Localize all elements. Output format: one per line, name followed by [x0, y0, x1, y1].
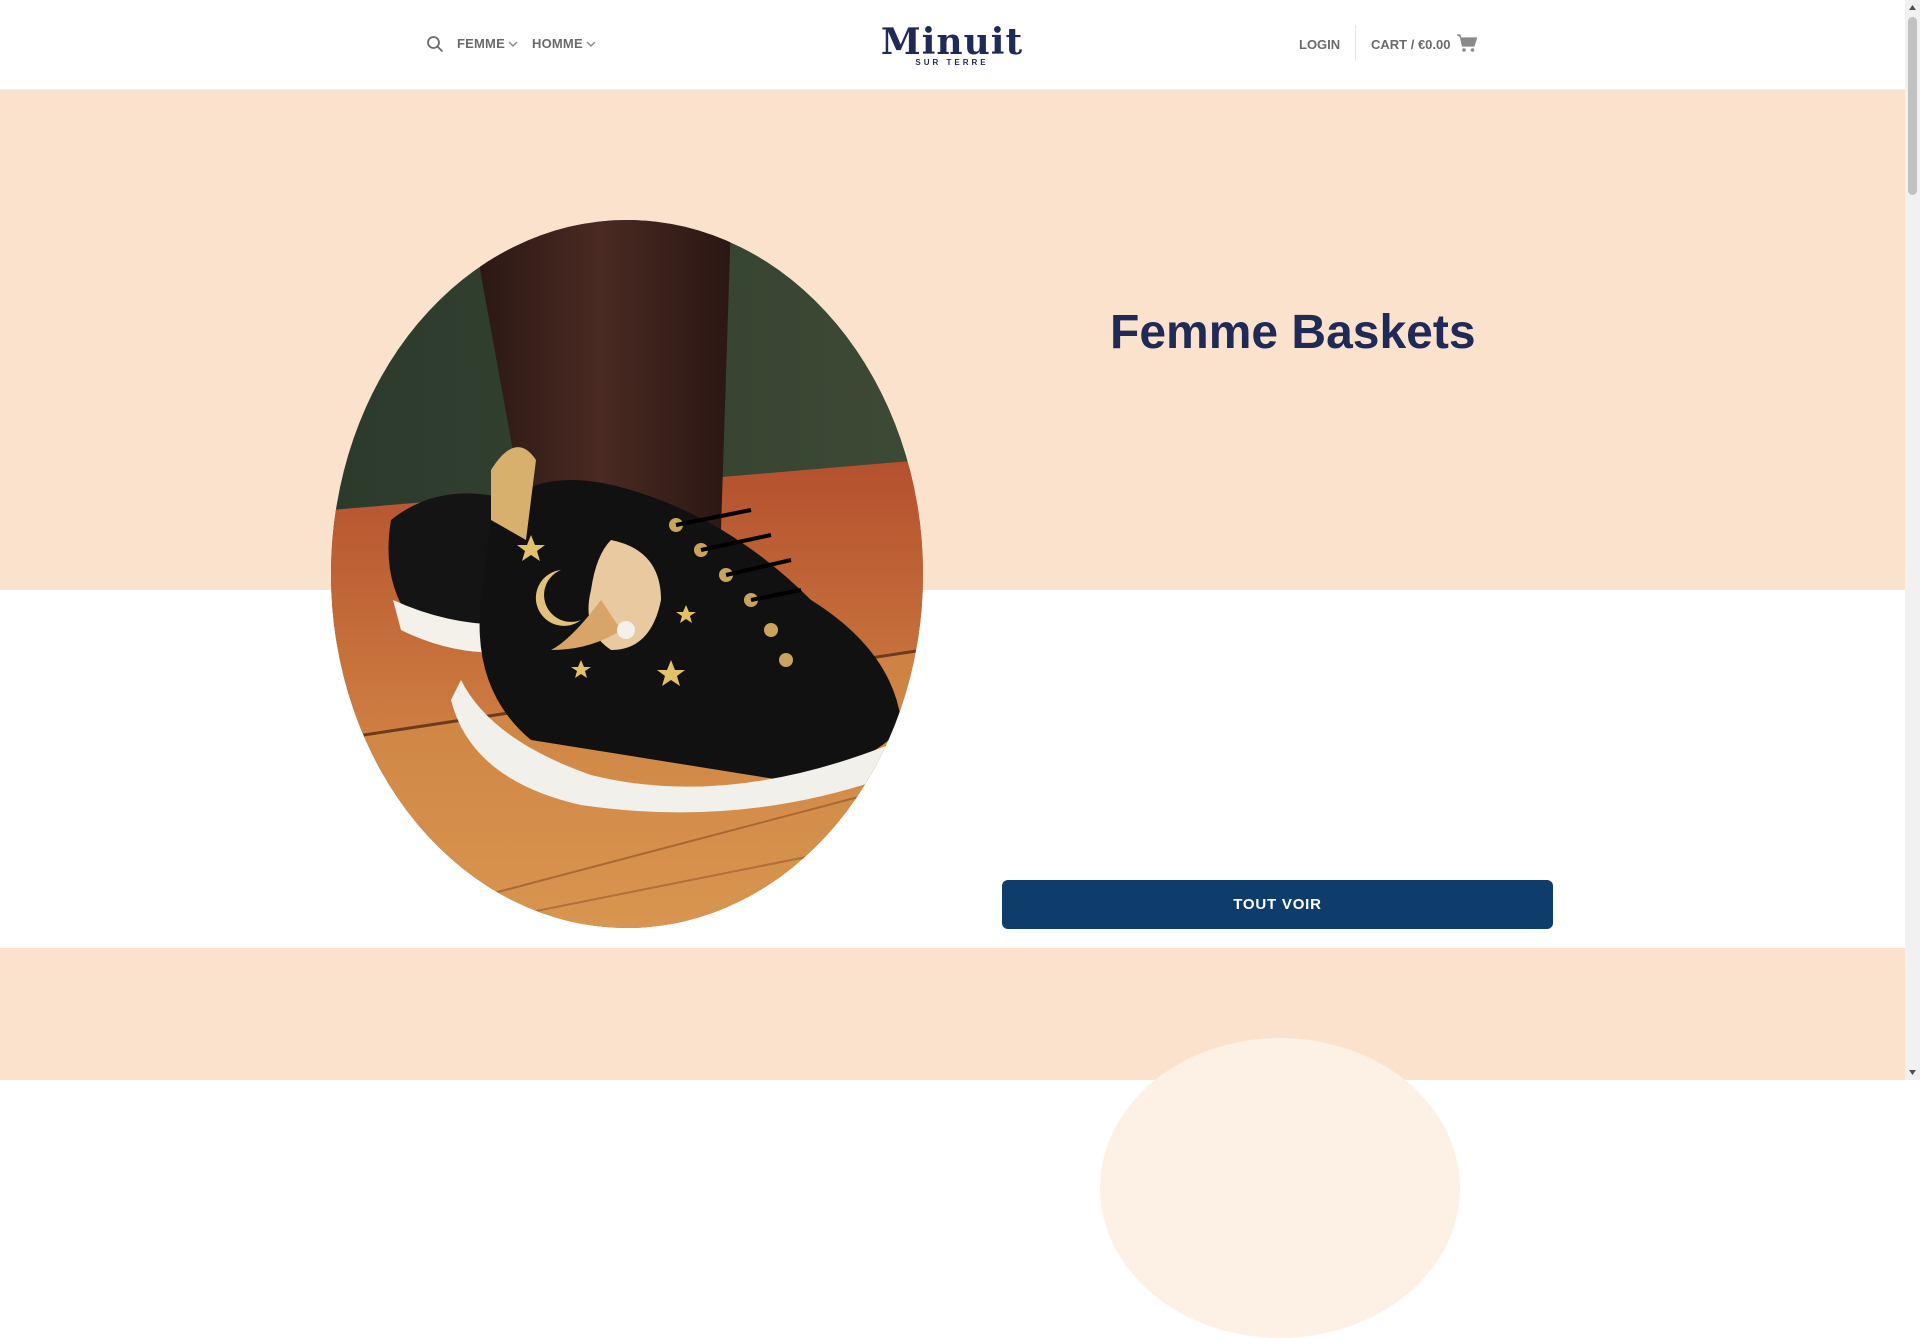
chevron-down-icon: [508, 41, 518, 47]
hero-image: [331, 220, 923, 928]
header-divider: [1355, 25, 1356, 61]
scrollbar-thumb[interactable]: [1908, 17, 1917, 195]
login-link[interactable]: LOGIN: [1299, 37, 1340, 52]
nav-femme[interactable]: FEMME: [457, 36, 519, 51]
sneaker-photo: [331, 220, 923, 928]
nav-femme-label: FEMME: [457, 36, 505, 51]
tout-voir-button[interactable]: TOUT VOIR: [1002, 880, 1553, 929]
site-header: FEMME HOMME Minuit SUR TERRE LOGIN CART …: [0, 0, 1905, 90]
header-inner: FEMME HOMME Minuit SUR TERRE LOGIN CART …: [0, 0, 1905, 89]
nav-homme[interactable]: HOMME: [532, 36, 597, 51]
logo-wordmark: Minuit: [880, 21, 1024, 63]
next-section-image: [1100, 1038, 1460, 1338]
scroll-down-arrow-icon[interactable]: [1908, 1069, 1917, 1076]
cart-icon: [1457, 34, 1478, 52]
hero-background: [0, 90, 1905, 590]
search-icon[interactable]: [426, 35, 444, 53]
nav-homme-label: HOMME: [532, 36, 583, 51]
cart-label: CART / €0.00: [1371, 37, 1451, 52]
logo-subtitle: SUR TERRE: [915, 58, 989, 67]
cart-link[interactable]: CART / €0.00: [1371, 34, 1478, 53]
site-logo[interactable]: Minuit SUR TERRE: [878, 22, 1026, 68]
page-title: Femme Baskets: [1110, 306, 1476, 359]
chevron-down-icon: [586, 41, 596, 47]
scroll-up-arrow-icon[interactable]: [1908, 4, 1917, 11]
next-section-background: [0, 948, 1905, 1080]
vertical-scrollbar[interactable]: [1905, 0, 1920, 1080]
